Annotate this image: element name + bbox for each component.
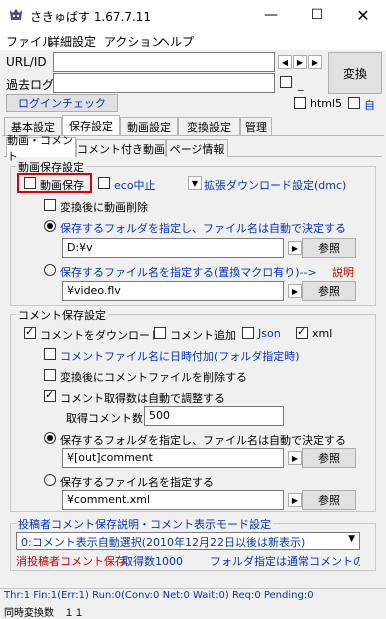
tab-video[interactable]: 動画設定 [120, 117, 178, 135]
underscore-mark: _ [298, 78, 304, 91]
past-log-input[interactable] [53, 73, 275, 93]
delete-comment-checkbox[interactable] [44, 369, 56, 381]
status-line-2: 同時変換数 １１ [4, 608, 84, 619]
comment-folder-arrow[interactable]: ▶ [288, 451, 302, 465]
past-log-checkbox[interactable] [280, 76, 292, 88]
comment-folder-input[interactable]: ¥[out]comment [62, 448, 284, 468]
display-mode-value: 0:コメント表示自動選択(2010年12月22日以後は新表示) [21, 536, 306, 549]
menu-action[interactable]: アクション [104, 33, 163, 50]
poster-group-title: 投稿者コメント保存説明・コメント表示モード設定 [16, 516, 273, 532]
save-video-label: 動画保存 [40, 179, 84, 192]
video-file-radio[interactable] [44, 264, 56, 276]
subtab-comment-video[interactable]: コメント付き動画 [76, 139, 166, 157]
comment-folder-radio[interactable] [44, 432, 56, 444]
maximize-icon[interactable]: ☐ [294, 0, 340, 30]
xml-label: xml [312, 327, 333, 340]
eco-stop-label: eco中止 [114, 179, 156, 192]
auto-count-checkbox[interactable] [44, 388, 56, 402]
auto-label: 自 [364, 99, 375, 112]
date-append-checkbox[interactable] [44, 348, 56, 360]
arrow-left-button[interactable]: ◀ [278, 55, 292, 69]
video-folder-browse-button[interactable]: 参照 [302, 238, 356, 258]
comment-file-input[interactable]: ¥comment.xml [62, 490, 284, 510]
eco-stop-checkbox[interactable] [98, 177, 110, 189]
auto-checkbox[interactable] [348, 97, 360, 109]
video-folder-radio[interactable] [44, 220, 56, 232]
html5-label: html5 [310, 97, 343, 110]
delete-comment-label: 変換後にコメントファイルを削除する [60, 371, 247, 384]
video-folder-input[interactable]: D:¥v [62, 238, 284, 258]
tab-manage[interactable]: 管理 [240, 117, 272, 135]
json-checkbox[interactable] [242, 327, 254, 339]
tab-convert[interactable]: 変換設定 [178, 117, 240, 135]
download-comment-label: コメントをダウンロード [40, 329, 161, 342]
poster-note-1: 消投稿者コメント保存 [16, 555, 126, 568]
menu-help[interactable]: ヘルプ [158, 33, 194, 50]
video-folder-label: 保存するフォルダを指定し、ファイル名は自動で決定する [60, 222, 346, 235]
delete-video-checkbox[interactable] [44, 199, 56, 211]
save-video-checkbox[interactable] [24, 177, 36, 189]
menu-advanced[interactable]: 詳細設定 [48, 33, 96, 50]
app-icon [10, 9, 22, 20]
comment-folder-browse-button[interactable]: 参照 [302, 448, 356, 468]
poster-note-3: フォルダ指定は通常コメントの設... [210, 555, 360, 568]
display-mode-select[interactable]: 0:コメント表示自動選択(2010年12月22日以後は新表示) ▼ [16, 532, 360, 550]
video-file-label: 保存するファイル名を指定する(置換マクロ有り)--> [60, 266, 317, 279]
video-folder-arrow[interactable]: ▶ [288, 241, 302, 255]
comment-file-browse-button[interactable]: 参照 [302, 490, 356, 510]
arrow-right-button[interactable]: ▶ [293, 55, 307, 69]
comment-count-label: 取得コメント数 [66, 412, 143, 425]
video-file-arrow[interactable]: ▶ [288, 284, 302, 298]
comment-save-group-title: コメント保存設定 [16, 307, 108, 323]
comment-count-input[interactable]: 500 [144, 406, 284, 426]
subtab-page-info[interactable]: ページ情報 [166, 139, 228, 157]
chevron-down-icon[interactable]: ▼ [188, 176, 202, 190]
comment-file-arrow[interactable]: ▶ [288, 493, 302, 507]
video-file-input[interactable]: ¥video.flv [62, 281, 284, 301]
date-append-label: コメントファイル名に日時付加(フォルダ指定時) [60, 350, 300, 363]
explain-link[interactable]: 説明 [332, 264, 354, 280]
auto-count-label: コメント取得数は自動で調整する [60, 392, 225, 405]
status-line-1: Thr:1 Fin:1(Err:1) Run:0(Conv:0 Net:0 Wa… [4, 590, 314, 601]
login-check-label: ログインチェック [18, 97, 106, 110]
menu-bar: ファイル 詳細設定 アクション ヘルプ [0, 30, 386, 50]
html5-checkbox[interactable] [294, 97, 306, 109]
append-comment-label: コメント追加 [170, 329, 236, 342]
arrow-right-2-button[interactable]: ▶ [308, 55, 322, 69]
convert-button[interactable]: 変換 [328, 52, 382, 94]
minimize-icon[interactable]: — [248, 0, 294, 30]
close-icon[interactable]: ✕ [340, 0, 386, 30]
url-label: URL/ID [6, 55, 47, 69]
subtab-video-comment[interactable]: 動画・コメント [6, 134, 76, 163]
url-input[interactable] [53, 52, 275, 72]
xml-checkbox[interactable] [296, 325, 308, 339]
menu-file[interactable]: ファイル [6, 33, 54, 50]
poster-note-2: 取得数1000 [122, 555, 183, 568]
json-label: Json [258, 327, 281, 340]
comment-file-label: 保存するファイル名を指定する [60, 476, 214, 489]
comment-file-radio[interactable] [44, 474, 56, 486]
chevron-down-icon: ▼ [348, 534, 355, 544]
append-comment-checkbox[interactable] [154, 327, 166, 339]
login-check-button[interactable]: ログインチェック [6, 94, 118, 112]
delete-video-label: 変換後に動画削除 [60, 201, 148, 214]
comment-folder-label: 保存するフォルダを指定し、ファイル名は自動で決定する [60, 434, 346, 447]
title-bar: さきゅばす 1.67.7.11 — ☐ ✕ [0, 0, 386, 30]
past-log-label: 過去ログ [6, 78, 55, 92]
ext-download-label[interactable]: 拡張ダウンロード設定(dmc) [204, 177, 346, 193]
download-comment-checkbox[interactable] [24, 325, 36, 339]
video-file-browse-button[interactable]: 参照 [302, 281, 356, 301]
window-title: さきゅばす 1.67.7.11 [30, 10, 152, 24]
